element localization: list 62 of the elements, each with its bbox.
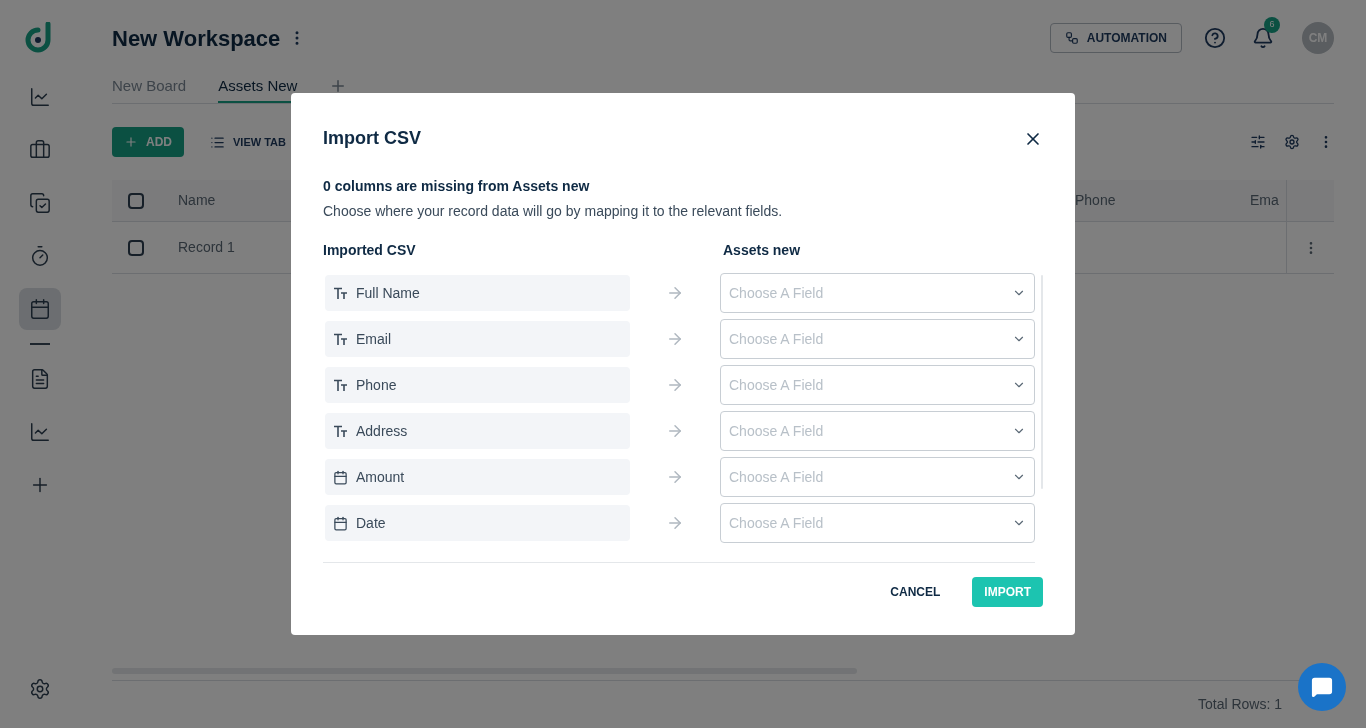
calendar-icon (333, 515, 348, 531)
arrow-icon (666, 284, 684, 302)
sidebar-item[interactable] (19, 288, 61, 330)
import-button[interactable]: IMPORT (972, 577, 1043, 607)
imported-field: Date (325, 505, 630, 541)
chat-icon (1311, 676, 1333, 698)
chat-button[interactable] (1298, 663, 1346, 711)
workspace-title: New Workspace (112, 24, 281, 53)
text-type-icon (333, 424, 348, 438)
field-select[interactable]: Choose A Field (720, 273, 1035, 313)
column-heading: Imported CSV (323, 241, 417, 260)
arrow-icon (666, 468, 684, 486)
arrow-icon (666, 514, 684, 532)
list-icon (210, 134, 225, 150)
text-type-icon (333, 332, 348, 346)
select-all-checkbox[interactable] (128, 192, 144, 209)
settings-icon[interactable] (29, 678, 51, 700)
help-icon[interactable] (1204, 27, 1226, 49)
arrow-icon (666, 422, 684, 440)
notification-badge: 6 (1264, 17, 1280, 33)
add-button[interactable]: ADD (112, 127, 184, 157)
chart-icon (29, 421, 51, 443)
column-header: Phone (1075, 191, 1117, 210)
chart-icon (29, 86, 51, 108)
field-select[interactable]: Choose A Field (720, 319, 1035, 359)
notification-icon[interactable] (1252, 27, 1274, 49)
document-icon (29, 368, 51, 390)
plus-icon (124, 135, 138, 149)
filter-icon[interactable] (1250, 134, 1266, 150)
row-checkbox[interactable] (128, 239, 144, 256)
cancel-button[interactable]: CANCEL (882, 577, 949, 607)
text-type-icon (333, 286, 348, 300)
missing-columns-summary: 0 columns are missing from Assets new (323, 177, 591, 196)
settings-icon[interactable] (1284, 134, 1300, 150)
imported-field: Amount (325, 459, 630, 495)
field-select[interactable]: Choose A Field (720, 411, 1035, 451)
field-select[interactable]: Choose A Field (720, 503, 1035, 543)
view-table-button[interactable]: VIEW TAB (202, 133, 294, 151)
calendar-icon (29, 298, 51, 320)
imported-field: Full Name (325, 275, 630, 311)
arrow-icon (666, 376, 684, 394)
imported-field: Email (325, 321, 630, 357)
briefcase-icon (29, 139, 51, 161)
total-rows-label: Total Rows: 1 (1197, 695, 1282, 714)
table-cell: Record 1 (178, 239, 235, 255)
imported-field: Address (325, 413, 630, 449)
calendar-icon (333, 469, 348, 485)
checklist-icon (29, 192, 51, 214)
field-select[interactable]: Choose A Field (720, 457, 1035, 497)
text-type-icon (333, 378, 348, 392)
column-header: Name (178, 192, 216, 208)
imported-field: Phone (325, 367, 630, 403)
arrow-icon (666, 330, 684, 348)
field-select[interactable]: Choose A Field (720, 365, 1035, 405)
dialog-title: Import CSV (323, 127, 421, 150)
dialog-description: Choose where your record data will go by mapping it to the relevant fields. (323, 202, 784, 221)
workflow-icon (1064, 31, 1079, 45)
board-tab[interactable]: New Board (112, 74, 187, 103)
automation-button[interactable]: AUTOMATION (1049, 23, 1182, 53)
timer-icon (29, 245, 51, 267)
column-heading: Assets new (723, 241, 801, 260)
column-header: Ema (1250, 191, 1280, 210)
